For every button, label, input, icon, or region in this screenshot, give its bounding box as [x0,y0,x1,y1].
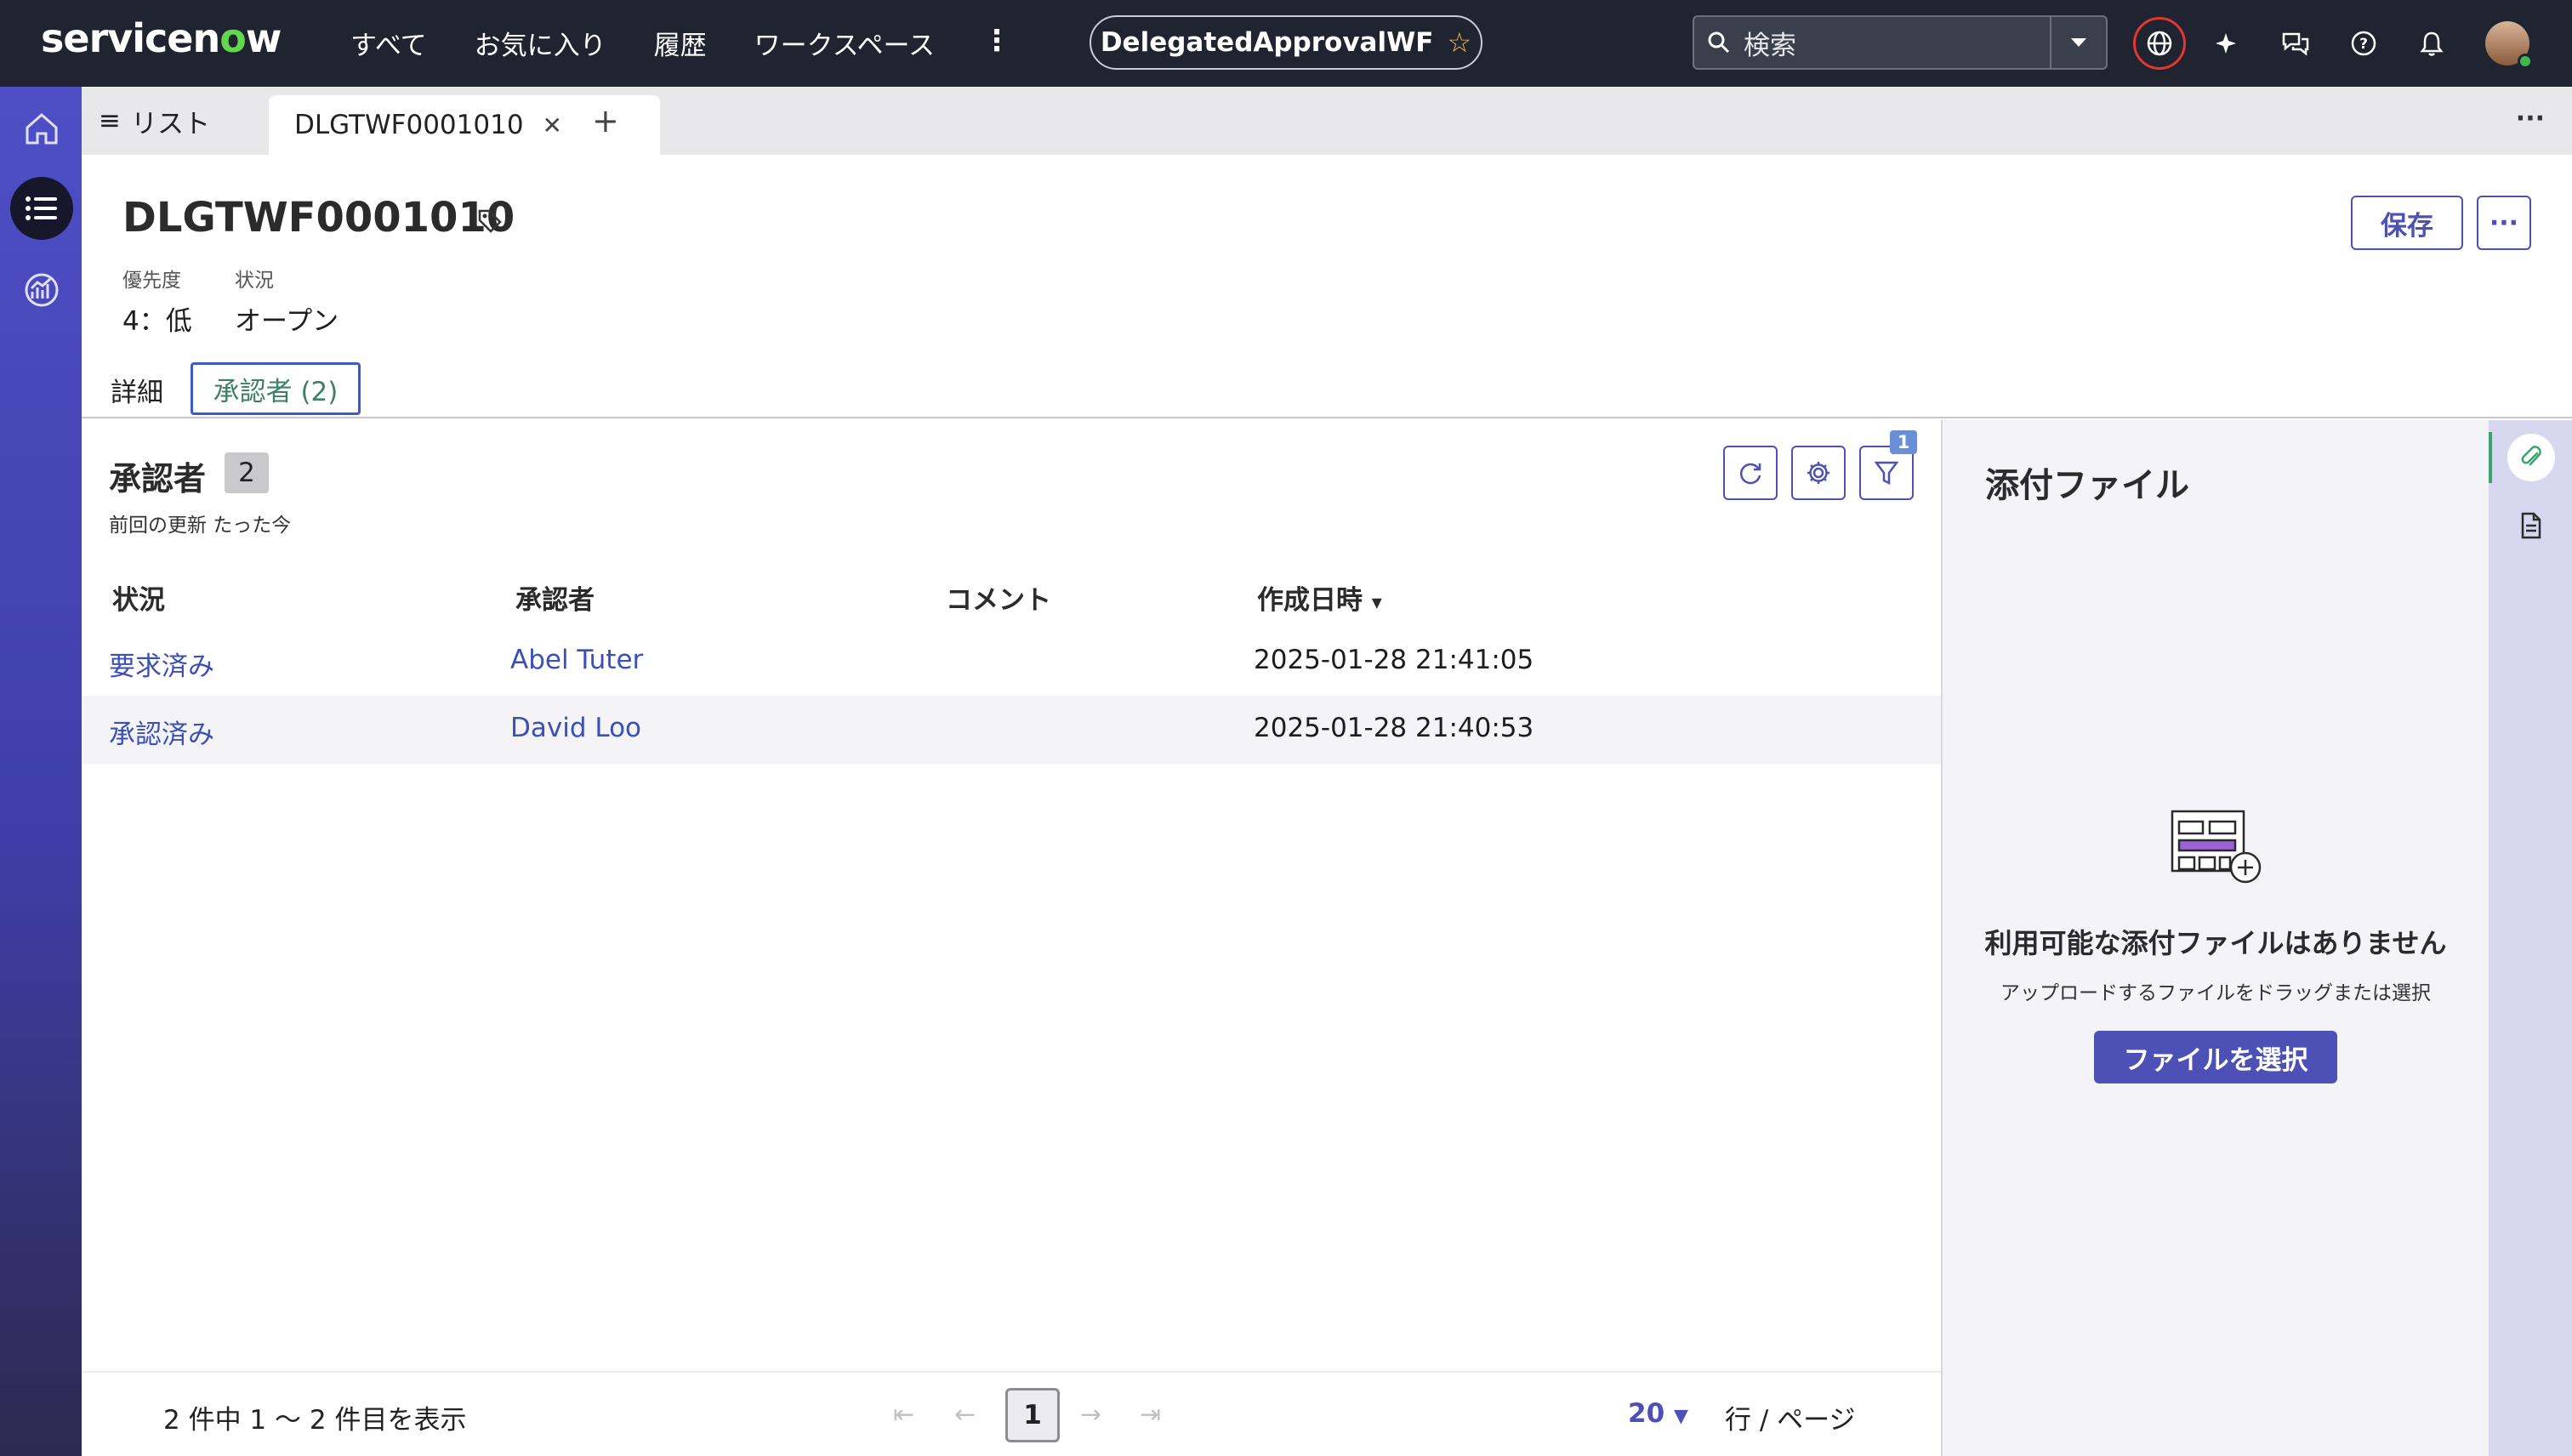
context-pill[interactable]: DelegatedApprovalWF ☆ [1090,15,1482,70]
contextual-side-strip [2489,420,2572,1456]
bell-icon[interactable] [2405,17,2458,70]
state-value: オープン [235,306,339,337]
tab-list[interactable]: ≡ リスト [99,87,210,155]
search-icon [1694,31,1744,54]
sort-desc-icon: ▾ [1371,590,1382,614]
home-icon[interactable] [10,97,73,160]
last-page-icon[interactable]: ⇥ [1140,1400,1161,1430]
state-label: 状況 [235,270,274,292]
list-title: 承認者 [109,460,207,498]
table-row: 承認済み David Loo 2025-01-28 21:40:53 [82,696,1941,764]
tag-icon[interactable] [476,208,504,238]
row-created: 2025-01-28 21:40:53 [1254,713,1534,743]
servicenow-logo[interactable]: servicenow [41,15,282,61]
nav-more-icon[interactable]: ⋮ [982,24,1011,62]
workspace-tabbar: ≡ リスト DLGTWF0001010 ✕ + ··· [82,87,2572,155]
select-file-button[interactable]: ファイルを選択 [2094,1031,2337,1083]
pagination: 2 件中 1 〜 2 件目を表示 ⇤ ← 1 → ⇥ 20 ▼ 行 / ページ [82,1371,1941,1456]
user-avatar[interactable] [2485,21,2533,69]
attachments-empty-title: 利用可能な添付ファイルはありません [1984,927,2447,959]
globe-icon[interactable] [2133,17,2186,70]
svg-text:?: ? [2359,36,2368,53]
add-tab-icon[interactable]: + [592,102,619,139]
state-field: 状況 オープン [235,264,339,338]
gear-icon [1807,462,1829,484]
row-approver-link[interactable]: Abel Tuter [510,645,643,675]
tab-more-icon[interactable]: ··· [2516,104,2545,134]
global-search[interactable]: 検索 [1693,15,2108,70]
context-pill-label: DelegatedApprovalWF [1100,27,1434,58]
page-title: DLGTWF0001010 [122,194,515,242]
tab-record-label: DLGTWF0001010 [294,110,524,140]
column-created-label: 作成日時 [1257,585,1363,616]
chevron-down-icon: ▼ [1673,1406,1688,1427]
pagination-info: 2 件中 1 〜 2 件目を表示 [163,1405,467,1436]
nav-all[interactable]: すべて [350,24,427,62]
presence-dot [2518,54,2533,69]
next-page-icon[interactable]: → [1080,1400,1101,1430]
column-created[interactable]: 作成日時 ▾ [1257,578,1382,617]
hamburger-icon: ≡ [99,105,121,136]
current-page[interactable]: 1 [1005,1388,1060,1442]
priority-field: 優先度 4：低 [122,264,192,338]
attachments-hint: アップロードするファイルをドラッグまたは選択 [2000,982,2431,1004]
settings-button[interactable] [1791,446,1846,500]
save-button[interactable]: 保存 [2351,196,2463,250]
table-header: 状況 承認者 コメント 作成日時 ▾ [82,561,1941,626]
refresh-button[interactable] [1723,446,1778,500]
table-row: 要求済み Abel Tuter 2025-01-28 21:41:05 [82,628,1941,696]
tab-details[interactable]: 詳細 [111,371,163,409]
close-icon[interactable]: ✕ [543,111,562,139]
column-comment[interactable]: コメント [946,578,1051,617]
prev-page-icon[interactable]: ← [954,1400,976,1430]
left-rail [0,87,82,1456]
rows-per-page-label: 行 / ページ [1725,1405,1856,1436]
refresh-icon [1739,463,1761,485]
global-header: servicenow すべて お気に入り 履歴 ワークスペース ⋮ Delega… [0,0,2572,87]
filter-count-badge: 1 [1890,430,1917,454]
list-icon[interactable] [10,177,73,240]
search-input[interactable]: 検索 [1744,24,2050,62]
star-icon[interactable]: ☆ [1447,26,1471,59]
tab-list-label: リスト [130,108,210,139]
priority-value: 4：低 [122,306,192,337]
list-count-badge: 2 [225,452,269,493]
attachments-title: 添付ファイル [1985,466,2189,505]
rows-per-page-select[interactable]: 20 ▼ [1628,1398,1688,1429]
record-tabs: 詳細 承認者 (2) [82,357,2572,418]
nav-workspaces[interactable]: ワークスペース [754,24,935,62]
nav-favorites[interactable]: お気に入り [475,24,606,62]
rows-per-page-value: 20 [1628,1398,1665,1429]
last-updated: 前回の更新 たった今 [109,515,292,537]
record-more-button[interactable]: ··· [2477,196,2531,250]
chat-icon[interactable] [2269,17,2322,70]
row-created: 2025-01-28 21:41:05 [1254,645,1534,675]
column-approver[interactable]: 承認者 [515,578,595,617]
header-actions: ? [2133,17,2533,70]
row-state-link[interactable]: 要求済み [109,645,214,683]
filter-icon [1874,461,1899,486]
search-scope-dropdown[interactable] [2050,17,2106,68]
help-icon[interactable]: ? [2337,17,2390,70]
tab-approvers[interactable]: 承認者 (2) [191,362,361,415]
chevron-down-icon [2071,38,2086,47]
sparkle-icon[interactable] [2201,17,2254,70]
document-icon[interactable] [2507,502,2555,549]
nav-history[interactable]: 履歴 [654,24,707,62]
row-state-link[interactable]: 承認済み [109,713,214,751]
row-approver-link[interactable]: David Loo [510,713,641,743]
first-page-icon[interactable]: ⇤ [893,1400,914,1430]
analytics-icon[interactable] [10,259,73,321]
top-nav: すべて お気に入り 履歴 ワークスペース ⋮ [350,24,1011,62]
paperclip-icon[interactable] [2507,434,2555,481]
empty-attachments-illustration [2171,810,2266,890]
column-state[interactable]: 状況 [112,578,165,617]
attachments-panel: 添付ファイル 利用可能な添付ファイルはありません アップロードするファイルをドラ… [1943,420,2489,1456]
active-indicator [2489,432,2492,483]
priority-label: 優先度 [122,270,181,292]
